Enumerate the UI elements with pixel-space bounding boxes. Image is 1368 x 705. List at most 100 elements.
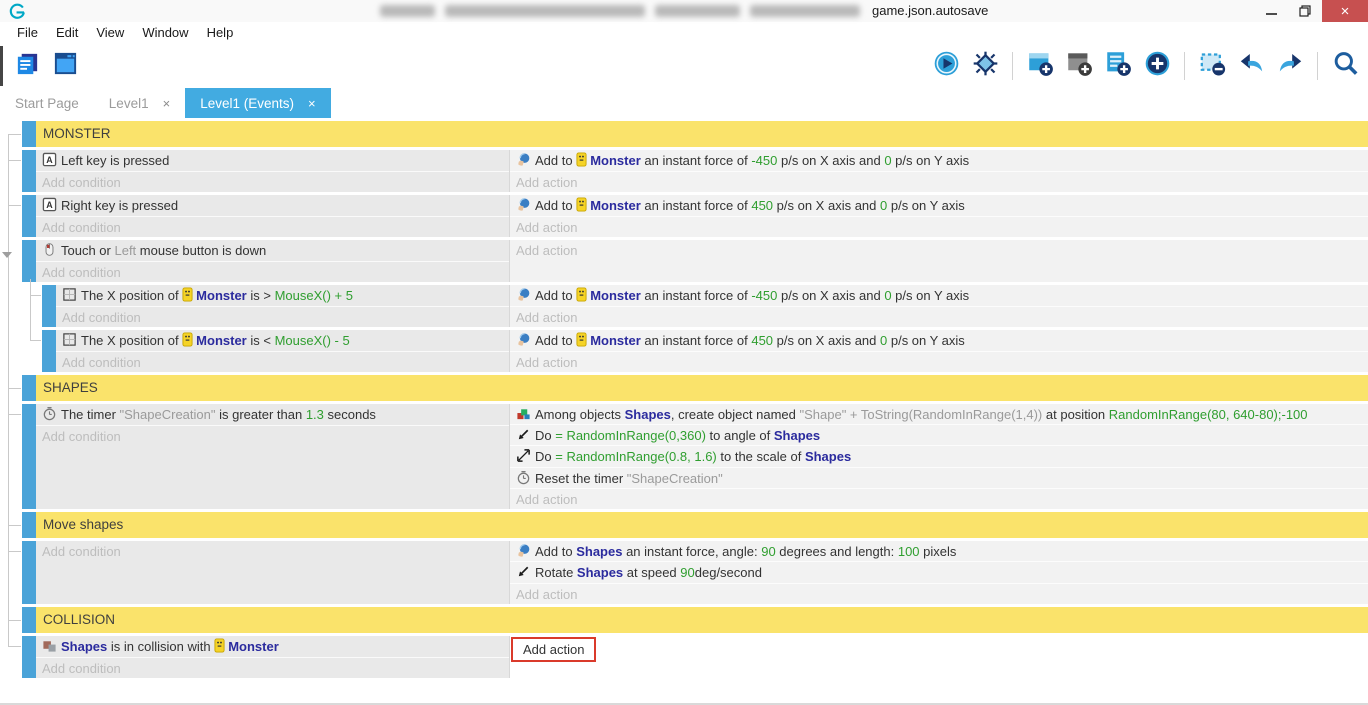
group-header[interactable]: SHAPES [36, 375, 1368, 401]
monster-object-icon [576, 287, 587, 302]
group-header[interactable]: Move shapes [36, 512, 1368, 538]
collapse-arrow-icon[interactable] [2, 252, 12, 258]
project-manager-button[interactable] [12, 51, 42, 81]
redo-button[interactable] [1275, 51, 1305, 81]
event-selection-bar[interactable] [22, 512, 36, 538]
tab-close-icon[interactable]: × [308, 96, 316, 111]
group-header[interactable]: COLLISION [36, 607, 1368, 633]
tab-level1[interactable]: Level1× [94, 88, 185, 118]
action-row[interactable]: Reset the timer "ShapeCreation" [510, 467, 1368, 488]
create-icon [516, 406, 531, 421]
event-selection-bar[interactable] [22, 375, 36, 401]
force-icon [516, 287, 531, 302]
group-header[interactable]: MONSTER [36, 121, 1368, 147]
text-segment: Do [535, 449, 555, 464]
search-button[interactable] [1330, 51, 1360, 81]
object-name: Shapes [774, 428, 820, 443]
menu-file[interactable]: File [8, 22, 47, 44]
mouse-icon [42, 242, 57, 257]
event-selection-bar[interactable] [22, 541, 36, 604]
action-row[interactable]: Add to Monster an instant force of 450 p… [510, 330, 1368, 351]
menu-view[interactable]: View [87, 22, 133, 44]
redacted-title-text [380, 5, 435, 17]
debugger-button[interactable] [970, 51, 1000, 81]
event-selection-bar[interactable] [42, 285, 56, 327]
add-event-button[interactable] [1025, 51, 1055, 81]
add-condition-button[interactable]: Add condition [36, 425, 509, 447]
add-condition-button[interactable]: Add condition [36, 657, 509, 679]
menu-window[interactable]: Window [133, 22, 197, 44]
add-condition-button[interactable]: Add condition [36, 171, 509, 193]
toolbar-separator [1317, 52, 1318, 80]
maximize-button[interactable] [1288, 0, 1322, 22]
condition-row[interactable]: The timer "ShapeCreation" is greater tha… [36, 404, 509, 425]
toolbar-separator [1184, 52, 1185, 80]
add-action-button[interactable]: Add action [510, 488, 1368, 509]
add-comment-button[interactable] [1064, 51, 1094, 81]
action-row[interactable]: Add to Monster an instant force of 450 p… [510, 195, 1368, 216]
condition-row[interactable]: Touch or Left mouse button is down [36, 240, 509, 261]
tab-start-page[interactable]: Start Page [0, 88, 94, 118]
tree-line [8, 646, 21, 647]
event-selection-bar[interactable] [22, 636, 36, 678]
editors-window-button[interactable] [50, 51, 80, 81]
add-condition-button[interactable]: Add condition [36, 216, 509, 238]
event-selection-bar[interactable] [22, 150, 36, 192]
add-action-button[interactable]: Add action [510, 171, 1368, 193]
keyboard-icon: A [42, 152, 57, 167]
add-subevent-button[interactable] [1103, 51, 1133, 81]
condition-row[interactable]: ALeft key is pressed [36, 150, 509, 171]
add-action-button[interactable]: Add action [510, 240, 1368, 261]
text-segment: an instant force, angle: [622, 544, 761, 559]
action-row[interactable]: Add to Monster an instant force of -450 … [510, 150, 1368, 171]
text-segment: pixels [920, 544, 957, 559]
tab-level1-events-[interactable]: Level1 (Events)× [185, 88, 330, 118]
event-selection-bar[interactable] [22, 404, 36, 509]
text-segment: -450 [751, 153, 777, 168]
tree-line [8, 134, 9, 646]
project-manager-icon [14, 50, 41, 82]
add-action-button[interactable]: Add action [510, 351, 1368, 373]
preview-button[interactable] [931, 51, 961, 81]
add-condition-button[interactable]: Add condition [36, 261, 509, 283]
undo-button[interactable] [1236, 51, 1266, 81]
condition-row[interactable]: Shapes is in collision with Monster [36, 636, 509, 657]
actions-column: Add to Monster an instant force of 450 p… [510, 195, 1368, 237]
condition-row[interactable]: The X position of Monster is > MouseX() … [56, 285, 509, 306]
text-segment: at position [1042, 407, 1109, 422]
text-segment: p/s on X axis and [777, 153, 884, 168]
add-condition-button[interactable]: Add condition [56, 306, 509, 328]
action-row[interactable]: Do = RandomInRange(0,360) to angle of Sh… [510, 424, 1368, 445]
condition-row[interactable]: The X position of Monster is < MouseX() … [56, 330, 509, 351]
event-selection-bar[interactable] [22, 240, 36, 282]
action-row[interactable]: Rotate Shapes at speed 90deg/second [510, 561, 1368, 582]
menu-edit[interactable]: Edit [47, 22, 87, 44]
add-action-button[interactable]: Add action [510, 216, 1368, 238]
event-selection-bar[interactable] [42, 330, 56, 372]
menu-help[interactable]: Help [198, 22, 243, 44]
delete-event-button[interactable] [1197, 51, 1227, 81]
add-condition-button[interactable]: Add condition [36, 541, 509, 562]
add-action-button[interactable]: Add action [510, 306, 1368, 328]
tree-line [8, 551, 21, 552]
add-action-button[interactable]: Add action [511, 637, 596, 662]
condition-row[interactable]: ARight key is pressed [36, 195, 509, 216]
text-segment: to angle of [706, 428, 774, 443]
action-row[interactable]: Do = RandomInRange(0.8, 1.6) to the scal… [510, 445, 1368, 466]
add-other-button[interactable] [1142, 51, 1172, 81]
text-segment: is greater than [215, 407, 305, 422]
add-action-button[interactable]: Add action [510, 583, 1368, 604]
event-selection-bar[interactable] [22, 195, 36, 237]
event-selection-bar[interactable] [22, 121, 36, 147]
tab-close-icon[interactable]: × [163, 96, 171, 111]
action-row[interactable]: Add to Shapes an instant force, angle: 9… [510, 541, 1368, 561]
add-condition-button[interactable]: Add condition [56, 351, 509, 373]
tree-line [8, 205, 21, 206]
keyboard-icon: A [42, 197, 57, 212]
minimize-button[interactable] [1254, 0, 1288, 22]
action-row[interactable]: Add to Monster an instant force of -450 … [510, 285, 1368, 306]
event-selection-bar[interactable] [22, 607, 36, 633]
close-button[interactable]: × [1322, 0, 1368, 22]
action-row[interactable]: Among objects Shapes, create object name… [510, 404, 1368, 424]
object-name: Monster [196, 288, 247, 303]
